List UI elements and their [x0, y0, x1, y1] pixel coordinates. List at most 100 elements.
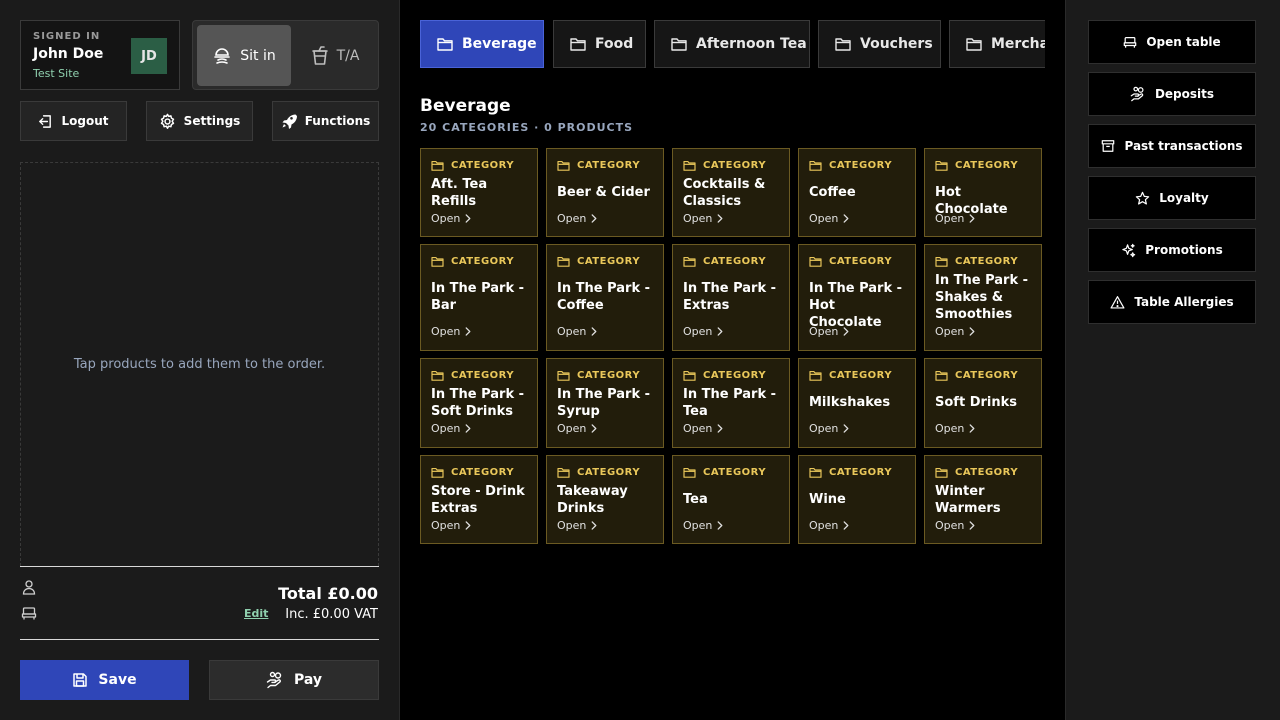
open-label: Open — [935, 422, 965, 435]
category-open-link[interactable]: Open — [935, 422, 975, 435]
category-card[interactable]: CATEGORY In The Park - Syrup Open — [546, 358, 664, 448]
category-open-link[interactable]: Open — [935, 325, 975, 338]
tab-merchandise[interactable]: Merchandise — [949, 20, 1045, 68]
table-icon[interactable] — [21, 605, 37, 621]
open-label: Open — [809, 519, 839, 532]
tab-food[interactable]: Food — [553, 20, 646, 68]
chevron-right-icon — [843, 424, 849, 433]
folder-icon — [557, 467, 570, 478]
chevron-right-icon — [591, 327, 597, 336]
category-card[interactable]: CATEGORY Soft Drinks Open — [924, 358, 1042, 448]
category-open-link[interactable]: Open — [683, 212, 723, 225]
category-open-link[interactable]: Open — [683, 422, 723, 435]
category-card[interactable]: CATEGORY Beer & Cider Open — [546, 148, 664, 237]
category-card[interactable]: CATEGORY Winter Warmers Open — [924, 455, 1042, 544]
takeaway-button[interactable]: T/A — [293, 25, 377, 86]
category-card[interactable]: CATEGORY Milkshakes Open — [798, 358, 916, 448]
tab-afternoon-tea[interactable]: Afternoon Tea — [654, 20, 810, 68]
category-card[interactable]: CATEGORY Hot Chocolate Open — [924, 148, 1042, 237]
open-label: Open — [431, 519, 461, 532]
category-card[interactable]: CATEGORY Store - Drink Extras Open — [420, 455, 538, 544]
category-open-link[interactable]: Open — [809, 519, 849, 532]
tab-beverage[interactable]: Beverage — [420, 20, 544, 68]
tab-label: Afternoon Tea — [696, 36, 807, 52]
category-card[interactable]: CATEGORY In The Park - Tea Open — [672, 358, 790, 448]
chevron-right-icon — [465, 214, 471, 223]
category-card[interactable]: CATEGORY In The Park - Shakes & Smoothies… — [924, 244, 1042, 351]
deposits-button[interactable]: Deposits — [1088, 72, 1256, 116]
open-label: Open — [683, 325, 713, 338]
category-kicker-label: CATEGORY — [703, 467, 767, 478]
past-transactions-button[interactable]: Past transactions — [1088, 124, 1256, 168]
category-open-link[interactable]: Open — [683, 519, 723, 532]
category-open-link[interactable]: Open — [557, 422, 597, 435]
chevron-right-icon — [843, 521, 849, 530]
rocket-icon — [281, 113, 297, 129]
category-open-link[interactable]: Open — [809, 325, 849, 338]
category-kicker: CATEGORY — [431, 467, 514, 478]
category-name: In The Park - Soft Drinks — [431, 387, 525, 419]
settings-button[interactable]: Settings — [146, 101, 253, 141]
sit-in-button[interactable]: Sit in — [197, 25, 291, 86]
category-name: Cocktails & Classics — [683, 177, 766, 209]
folder-icon — [935, 256, 948, 267]
category-open-link[interactable]: Open — [935, 519, 975, 532]
folder-icon — [570, 37, 586, 51]
catalog-panel: Beverage Food Afternoon Tea Vouchers Mer… — [400, 0, 1065, 720]
category-open-link[interactable]: Open — [431, 212, 471, 225]
logout-button[interactable]: Logout — [20, 101, 127, 141]
category-kicker: CATEGORY — [557, 256, 640, 267]
category-card[interactable]: CATEGORY In The Park - Bar Open — [420, 244, 538, 351]
category-kicker-label: CATEGORY — [829, 467, 893, 478]
functions-button[interactable]: Functions — [272, 101, 379, 141]
category-card[interactable]: CATEGORY Cocktails & Classics Open — [672, 148, 790, 237]
folder-icon — [809, 160, 822, 171]
table-allergies-button[interactable]: Table Allergies — [1088, 280, 1256, 324]
category-open-link[interactable]: Open — [431, 325, 471, 338]
category-card[interactable]: CATEGORY Takeaway Drinks Open — [546, 455, 664, 544]
category-card[interactable]: CATEGORY In The Park - Soft Drinks Open — [420, 358, 538, 448]
category-card[interactable]: CATEGORY Coffee Open — [798, 148, 916, 237]
site-name: Test Site — [33, 67, 80, 80]
category-name: In The Park - Syrup — [557, 387, 651, 419]
order-vat: Inc. £0.00 VAT — [285, 607, 378, 622]
category-name: Takeaway Drinks — [557, 484, 628, 516]
edit-order-link[interactable]: Edit — [244, 607, 268, 620]
category-open-link[interactable]: Open — [557, 212, 597, 225]
category-name: Winter Warmers — [935, 484, 1001, 516]
category-card[interactable]: CATEGORY Aft. Tea Refills Open — [420, 148, 538, 237]
open-label: Open — [557, 325, 587, 338]
tab-label: Beverage — [462, 36, 537, 52]
category-card[interactable]: CATEGORY In The Park - Coffee Open — [546, 244, 664, 351]
category-card[interactable]: CATEGORY In The Park - Hot Chocolate Open — [798, 244, 916, 351]
category-card[interactable]: CATEGORY In The Park - Extras Open — [672, 244, 790, 351]
category-card[interactable]: CATEGORY Wine Open — [798, 455, 916, 544]
table-icon — [1123, 35, 1137, 49]
category-kicker: CATEGORY — [683, 256, 766, 267]
promotions-button[interactable]: Promotions — [1088, 228, 1256, 272]
sparkles-icon — [1121, 243, 1136, 258]
open-table-button[interactable]: Open table — [1088, 20, 1256, 64]
category-open-link[interactable]: Open — [935, 212, 975, 225]
signed-in-label: SIGNED IN — [33, 31, 101, 42]
category-open-link[interactable]: Open — [557, 519, 597, 532]
category-open-link[interactable]: Open — [809, 422, 849, 435]
save-button[interactable]: Save — [20, 660, 189, 700]
pay-button[interactable]: Pay — [209, 660, 379, 700]
category-open-link[interactable]: Open — [557, 325, 597, 338]
open-label: Open — [557, 422, 587, 435]
category-kicker: CATEGORY — [557, 370, 640, 381]
tab-vouchers[interactable]: Vouchers — [818, 20, 941, 68]
category-open-link[interactable]: Open — [809, 212, 849, 225]
category-open-link[interactable]: Open — [431, 519, 471, 532]
folder-icon — [431, 256, 444, 267]
customer-icon[interactable] — [21, 579, 37, 595]
category-card[interactable]: CATEGORY Tea Open — [672, 455, 790, 544]
past-transactions-label: Past transactions — [1124, 139, 1243, 153]
folder-icon — [431, 160, 444, 171]
loyalty-button[interactable]: Loyalty — [1088, 176, 1256, 220]
category-name: In The Park - Hot Chocolate — [809, 281, 903, 330]
open-label: Open — [809, 212, 839, 225]
category-open-link[interactable]: Open — [431, 422, 471, 435]
category-open-link[interactable]: Open — [683, 325, 723, 338]
